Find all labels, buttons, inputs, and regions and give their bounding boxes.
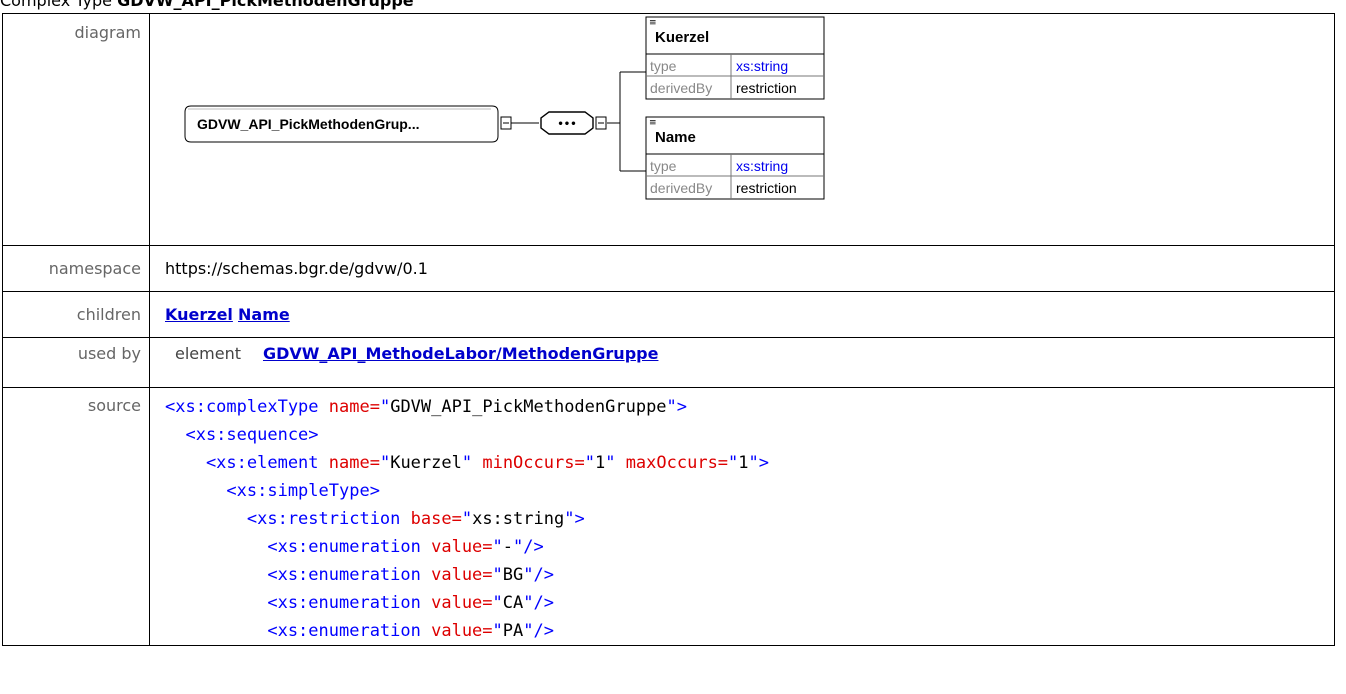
source-token-tag: " (461, 509, 473, 529)
child-link-name[interactable]: Name (238, 305, 290, 324)
source-token-tag: " (379, 397, 391, 417)
source-token-tag: " (492, 565, 503, 585)
heading-type-name: GDVW_API_PickMethodenGruppe (117, 0, 414, 10)
source-row: source <xs:complexType name="GDVW_API_Pi… (2, 387, 1335, 646)
namespace-value: https://schemas.bgr.de/gdvw/0.1 (149, 245, 1335, 292)
usedby-row: used by element GDVW_API_MethodeLabor/Met… (2, 337, 1335, 388)
source-token-tag: " (492, 593, 503, 613)
source-token-val: 1 (738, 453, 749, 473)
sequence-collapse-toggle[interactable] (595, 116, 607, 130)
namespace-row: namespace https://schemas.bgr.de/gdvw/0.… (2, 245, 1335, 292)
source-line: <xs:element name="Kuerzel" minOccurs="1"… (165, 449, 1334, 477)
element-node-kuerzel[interactable]: ≡ Kuerzel type xs:string derivedBy restr… (645, 14, 827, 100)
children-label: children (2, 291, 150, 338)
source-token-tag: <xs:enumeration (165, 621, 432, 641)
source-token-val: 1 (594, 453, 606, 473)
children-row: children Kuerzel Name (2, 291, 1335, 338)
source-token-val: xs:string (472, 509, 565, 529)
source-cell: <xs:complexType name="GDVW_API_PickMetho… (149, 387, 1335, 646)
source-label: source (2, 387, 150, 646)
source-token-tag: <xs:complexType (165, 397, 329, 417)
source-token-tag: "> (666, 397, 688, 417)
source-token-val: Kuerzel (390, 453, 462, 473)
usedby-kind: element (175, 344, 241, 363)
source-token-val: CA (502, 593, 524, 613)
source-line: <xs:restriction base="xs:string"> (165, 505, 1334, 533)
source-token-att: name= (328, 453, 380, 473)
namespace-label: namespace (2, 245, 150, 292)
usedby-label: used by (2, 337, 150, 388)
source-token-tag: "/> (523, 621, 554, 641)
source-line: <xs:sequence> (165, 421, 1334, 449)
source-token-val: GDVW_API_PickMethodenGruppe (390, 397, 667, 417)
source-token-tag: " (584, 453, 595, 473)
source-token-tag: "> (564, 509, 585, 529)
source-token-att: value= (431, 537, 493, 557)
source-line: <xs:enumeration value="-"/> (165, 533, 1334, 561)
root-type-label: GDVW_API_PickMethodenGrup... (197, 116, 419, 132)
source-line: <xs:enumeration value="CA"/> (165, 589, 1334, 617)
source-code: <xs:complexType name="GDVW_API_PickMetho… (165, 388, 1334, 645)
heading-prefix: Complex Type (0, 0, 118, 10)
source-token-tag: <xs:simpleType> (165, 481, 380, 501)
element-kuerzel-type-key: type (650, 58, 677, 74)
element-kuerzel-name: Kuerzel (655, 29, 709, 46)
root-collapse-toggle[interactable] (500, 116, 512, 130)
element-kuerzel-type-value: xs:string (736, 58, 788, 74)
source-token-tag: " (461, 453, 483, 473)
source-token-att: minOccurs= (482, 453, 585, 473)
element-name-type-value: xs:string (736, 158, 788, 174)
source-line: <xs:enumeration value="BG"/> (165, 561, 1334, 589)
source-token-tag: <xs:element (165, 453, 329, 473)
source-token-att: base= (410, 509, 462, 529)
root-type-node[interactable]: GDVW_API_PickMethodenGrup... (184, 105, 499, 143)
source-token-tag: " (492, 537, 503, 557)
source-token-tag: "/> (523, 565, 554, 585)
element-name-derivedby-key: derivedBy (650, 180, 712, 196)
source-token-tag: <xs:enumeration (165, 565, 432, 585)
source-token-tag: "/> (513, 537, 544, 557)
source-token-tag: <xs:sequence> (165, 425, 319, 445)
sequence-symbol: ••• (557, 119, 576, 130)
children-value: Kuerzel Name (149, 291, 1335, 338)
diagram-cell: GDVW_API_PickMethodenGrup... ••• ≡ Kuerz… (149, 13, 1335, 246)
usedby-link[interactable]: GDVW_API_MethodeLabor/MethodenGruppe (263, 344, 658, 363)
element-kuerzel-doc-icon: ≡ (649, 18, 657, 28)
element-kuerzel-derivedby-value: restriction (736, 80, 797, 96)
source-token-tag: <xs:restriction (165, 509, 411, 529)
element-name-doc-icon: ≡ (649, 118, 657, 128)
source-token-att: name= (328, 397, 380, 417)
element-kuerzel-derivedby-key: derivedBy (650, 80, 712, 96)
source-token-tag: " (728, 453, 739, 473)
diagram-row: diagram GDVW_API_PickMethodenGrup... •••… (2, 13, 1335, 246)
diagram-label: diagram (2, 13, 150, 246)
source-token-val: - (502, 537, 514, 557)
source-token-val: PA (502, 621, 524, 641)
source-token-tag: " (379, 453, 391, 473)
usedby-value: element GDVW_API_MethodeLabor/MethodenGru… (149, 337, 1335, 388)
element-name-name: Name (655, 129, 696, 146)
source-token-att: value= (431, 621, 493, 641)
element-name-derivedby-value: restriction (736, 180, 797, 196)
source-token-tag: "/> (523, 593, 554, 613)
source-token-tag: <xs:enumeration (165, 537, 432, 557)
schema-diagram: GDVW_API_PickMethodenGrup... ••• ≡ Kuerz… (184, 14, 827, 200)
source-token-att: value= (431, 565, 493, 585)
source-line: <xs:complexType name="GDVW_API_PickMetho… (165, 393, 1334, 421)
source-token-val: BG (502, 565, 524, 585)
source-token-tag: " (492, 621, 503, 641)
source-token-tag: <xs:enumeration (165, 593, 432, 613)
source-token-tag: " (605, 453, 626, 473)
type-properties-table: diagram GDVW_API_PickMethodenGrup... •••… (2, 13, 1335, 646)
source-token-tag: "> (748, 453, 770, 473)
page-heading: Complex Type GDVW_API_PickMethodenGruppe (0, 0, 414, 13)
source-token-att: maxOccurs= (625, 453, 729, 473)
sequence-compositor[interactable]: ••• (540, 111, 594, 135)
element-node-name[interactable]: ≡ Name type xs:string derivedBy restrict… (645, 116, 825, 200)
element-name-type-key: type (650, 158, 677, 174)
source-line: <xs:enumeration value="PA"/> (165, 617, 1334, 645)
source-line: <xs:simpleType> (165, 477, 1334, 505)
child-link-kuerzel[interactable]: Kuerzel (165, 305, 233, 324)
source-token-att: value= (431, 593, 493, 613)
